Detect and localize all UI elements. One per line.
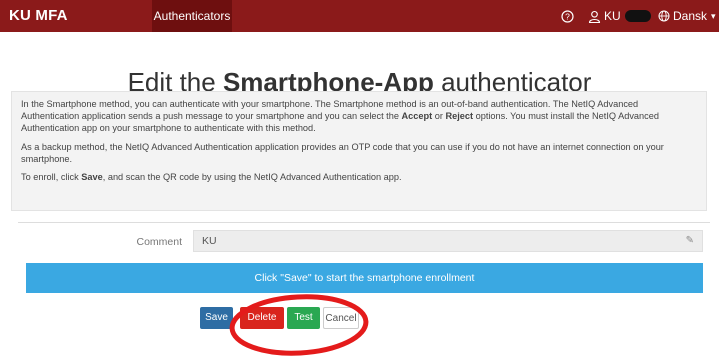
comment-label: Comment — [136, 236, 182, 248]
info-paragraph-3: To enroll, click Save, and scan the QR c… — [21, 172, 402, 183]
info-panel: In the Smartphone method, you can authen… — [11, 91, 707, 211]
caret-down-icon: ▾ — [711, 11, 716, 21]
divider — [18, 222, 710, 223]
test-button[interactable]: Test — [287, 307, 320, 329]
language-selector[interactable]: Dansk ▾ — [658, 0, 716, 32]
question-circle-icon: ? — [561, 9, 574, 23]
user-name: KU — [604, 9, 621, 23]
info-paragraph-2: As a backup method, the NetIQ Advanced A… — [21, 141, 664, 164]
user-icon — [588, 10, 601, 23]
user-menu[interactable]: KU — [588, 0, 651, 32]
nav-tab-authenticators[interactable]: Authenticators — [152, 0, 232, 32]
language-label: Dansk — [673, 9, 708, 23]
help-button[interactable]: ? — [561, 0, 574, 32]
svg-text:?: ? — [565, 11, 570, 21]
edit-icon[interactable]: ✎ — [686, 231, 694, 251]
redacted-username — [624, 10, 651, 22]
comment-input[interactable]: KU ✎ — [193, 230, 703, 252]
app-brand[interactable]: KU MFA — [9, 0, 68, 32]
cancel-button[interactable]: Cancel — [323, 307, 359, 329]
info-paragraph-1: In the Smartphone method, you can authen… — [21, 99, 659, 134]
delete-button[interactable]: Delete — [240, 307, 284, 329]
comment-value: KU — [202, 235, 217, 247]
enrollment-banner: Click "Save" to start the smartphone enr… — [26, 263, 703, 293]
top-navbar: KU MFA Authenticators ? KU Dansk ▾ — [0, 0, 719, 32]
save-button[interactable]: Save — [200, 307, 233, 329]
globe-icon — [658, 10, 670, 22]
